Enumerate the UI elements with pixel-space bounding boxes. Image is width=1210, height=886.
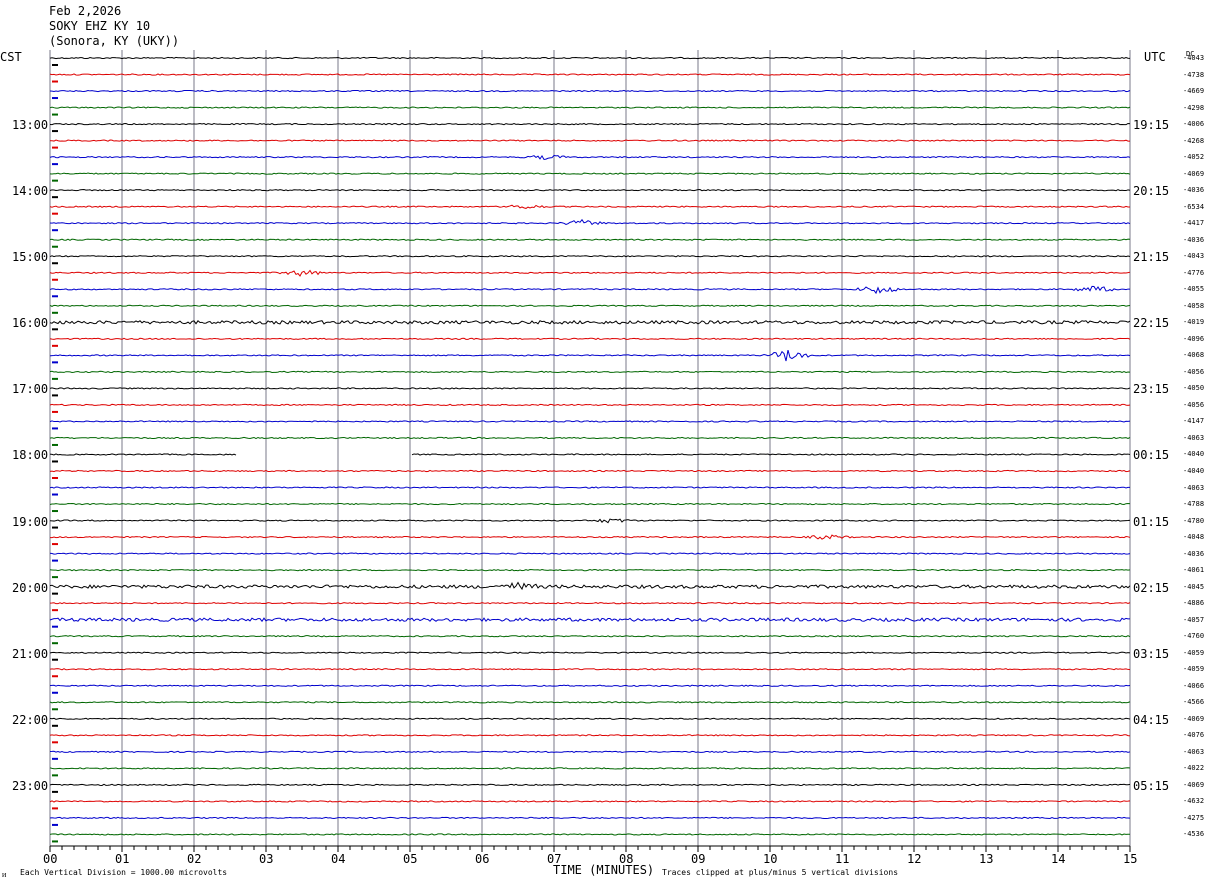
trace-31 [49,568,1131,572]
trace-10 [49,218,1131,226]
time-gridlines [49,50,1131,846]
trace-14 [49,285,1131,295]
trace-38 [49,684,1131,687]
x-tick-label: 11 [835,852,850,866]
x-tick-label: 13 [979,852,994,866]
trace-25 [49,469,1131,473]
trace-34 [49,617,1131,623]
x-tick-label: 04 [331,852,346,866]
trace-6 [49,154,1131,161]
trace-27 [49,502,1131,506]
x-tick-label: 03 [259,852,274,866]
trace-8 [49,189,1131,192]
trace-44 [49,783,1131,787]
x-tick-label: 05 [403,852,418,866]
seismogram-plot [49,50,1131,852]
trace-4 [49,122,1131,126]
trace-29 [49,534,1131,540]
x-tick-label: 09 [691,852,706,866]
corner-mark: ᴎ [2,870,7,879]
trace-32 [49,581,1131,591]
trace-28 [49,518,1131,524]
trace-12 [49,255,1131,258]
trace-43 [49,767,1131,770]
trace-5 [49,139,1131,142]
trace-7 [49,172,1131,175]
trace-47 [49,833,1131,836]
trace-36 [49,651,1131,654]
trace-46 [49,816,1131,820]
scale-note: Each Vertical Division = 1000.00 microvo… [20,868,228,877]
trace-15 [49,304,1131,307]
trace-26 [49,486,1130,489]
trace-16 [49,319,1131,325]
trace-20 [49,387,1131,390]
x-tick-label: 06 [475,852,490,866]
trace-13 [49,269,1131,277]
trace-42 [49,750,1131,753]
x-tick-label: 01 [115,852,130,866]
trace-41 [49,734,1131,737]
x-tick-label: 14 [1051,852,1066,866]
trace-35 [49,635,1131,638]
trace-1 [49,73,1131,76]
trace-9 [49,204,1131,209]
trace-23 [49,436,1131,440]
trace-2 [49,89,1131,93]
trace-37 [49,668,1131,671]
trace-17 [49,337,1131,341]
trace-18 [49,349,1131,362]
trace-30 [49,552,1131,555]
x-axis-title: TIME (MINUTES) [553,863,655,877]
trace-3 [49,106,1131,109]
trace-19 [49,370,1131,374]
trace-21 [49,403,1131,407]
x-axis [49,845,1131,852]
seismic-traces [49,56,1131,843]
trace-40 [49,717,1131,720]
trace-0 [49,56,1131,60]
trace-24 [49,453,1131,456]
trace-45 [49,800,1131,803]
clip-note: Traces clipped at plus/minus 5 vertical … [662,868,899,877]
trace-33 [49,601,1131,605]
x-tick-label: 12 [907,852,922,866]
x-tick-label: 10 [763,852,778,866]
trace-39 [49,701,1131,704]
trace-22 [49,420,1131,423]
x-tick-label: 02 [187,852,202,866]
x-tick-label: 00 [43,852,58,866]
x-tick-label: 15 [1123,852,1138,866]
trace-11 [49,238,1131,241]
